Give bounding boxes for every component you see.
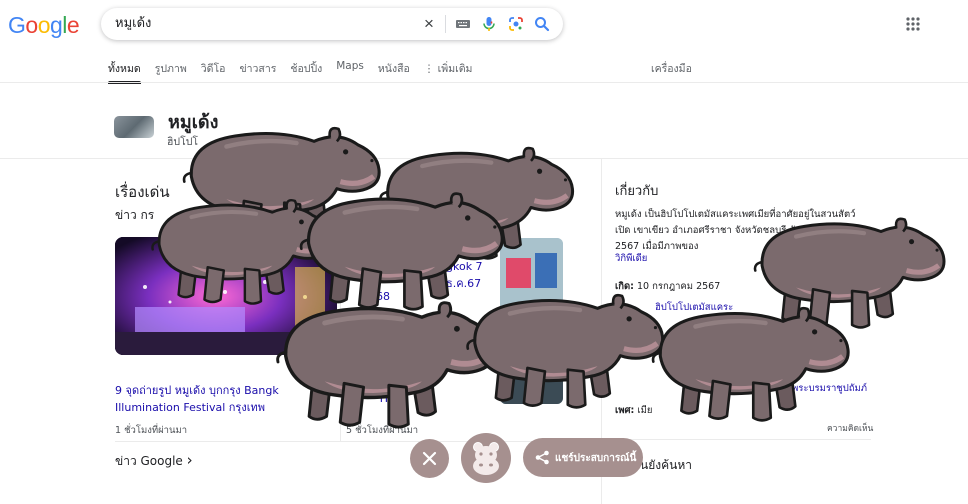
search-icon[interactable]	[532, 14, 552, 34]
tabs-divider	[0, 82, 968, 83]
mic-icon[interactable]	[479, 14, 499, 34]
feedback-link[interactable]: ความคิดเห็น	[827, 421, 873, 435]
news-time: 1 ชั่วโมงที่ผ่านมา	[115, 425, 188, 436]
keyboard-icon[interactable]	[453, 14, 473, 34]
search-box[interactable]: ×	[101, 8, 563, 40]
about-title: เกี่ยวกับ	[615, 184, 659, 199]
share-experience-button[interactable]: แชร์ประสบการณ์นี้	[523, 438, 643, 477]
tab-news[interactable]: ข่าวสาร	[239, 60, 276, 82]
logo-letter: o	[37, 12, 51, 38]
search-tabs: ทั้งหมด รูปภาพ วิดีโอ ข่าวสาร ช้อปปิ้ง M…	[108, 60, 486, 84]
share-label: แชร์ประสบการณ์นี้	[555, 453, 637, 464]
logo-letter: o	[25, 12, 38, 38]
panel-line	[615, 439, 871, 440]
share-icon	[535, 450, 549, 465]
close-icon	[422, 451, 437, 466]
tab-more[interactable]: ⋮ เพิ่มเติม	[424, 60, 473, 82]
logo-letter: G	[8, 12, 26, 38]
tab-videos[interactable]: วิดีโอ	[201, 60, 226, 82]
logo-letter: g	[49, 12, 63, 38]
hippo-sticker	[637, 295, 859, 423]
tab-images[interactable]: รูปภาพ	[155, 60, 187, 82]
google-logo[interactable]: Google	[8, 12, 80, 39]
hippo-face-icon	[473, 442, 499, 475]
tab-maps[interactable]: Maps	[336, 60, 364, 82]
tab-shopping[interactable]: ช้อปปิ้ง	[290, 60, 322, 82]
lens-icon[interactable]	[506, 14, 526, 34]
entity-thumbnail[interactable]	[114, 116, 154, 138]
tab-books[interactable]: หนังสือ	[378, 60, 410, 82]
chevron-right-icon: ›	[186, 451, 193, 469]
search-divider	[445, 15, 446, 33]
wikipedia-link[interactable]: วิกิพีเดีย	[615, 251, 647, 266]
tab-all[interactable]: ทั้งหมด	[108, 60, 141, 84]
apps-grid-icon[interactable]	[905, 16, 921, 32]
close-icon[interactable]: ×	[419, 14, 439, 34]
hippo-toggle-button[interactable]	[461, 433, 511, 483]
logo-letter: e	[66, 12, 80, 38]
search-input[interactable]	[115, 15, 405, 30]
google-news-label: ข่าว Google	[115, 454, 183, 468]
close-overlay-button[interactable]	[410, 439, 449, 478]
tools-button[interactable]: เครื่องมือ	[651, 60, 692, 77]
google-news-link[interactable]: ข่าว Google ›	[115, 451, 193, 471]
